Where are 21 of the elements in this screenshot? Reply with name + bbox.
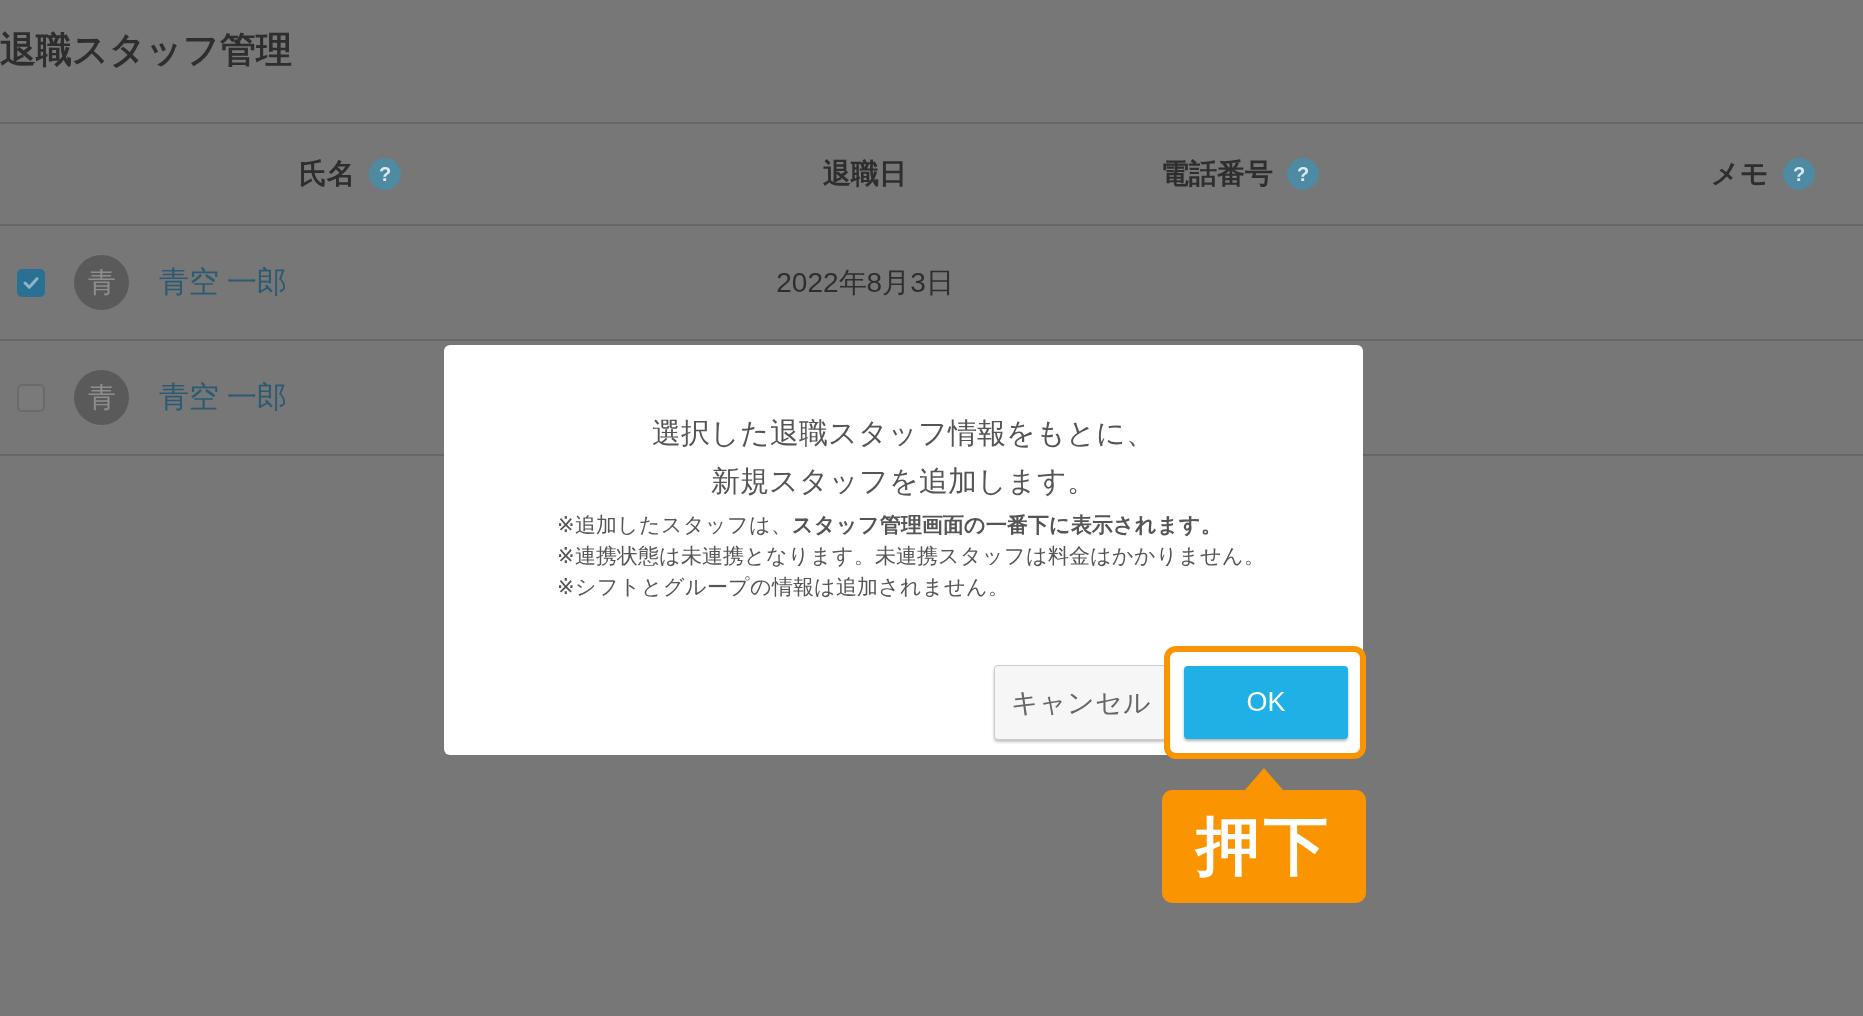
page-title: 退職スタッフ管理	[0, 28, 292, 72]
help-icon[interactable]: ?	[1783, 158, 1815, 190]
column-header: 電話番号	[1161, 157, 1273, 191]
column-header: 退職日	[823, 157, 907, 191]
column-header: メモ	[1711, 157, 1769, 191]
staff-name-link[interactable]: 青空 一郎	[159, 262, 288, 303]
callout-pointer	[1244, 768, 1284, 791]
help-icon[interactable]: ?	[369, 158, 401, 190]
cancel-button[interactable]: キャンセル	[994, 665, 1167, 740]
dialog-message: 新規スタッフを追加します。	[710, 464, 1097, 499]
callout-label: 押下	[1162, 790, 1366, 903]
staff-name-link[interactable]: 青空 一郎	[159, 377, 288, 418]
retirement-date: 2022年8月3日	[776, 265, 954, 300]
dialog-note: ※追加したスタッフは、スタッフ管理画面の一番下に表示されます。	[557, 512, 1223, 538]
dialog-message: 選択した退職スタッフ情報をもとに、	[651, 416, 1156, 451]
dialog-note: ※連携状態は未連携となります。未連携スタッフは料金はかかりません。	[557, 543, 1266, 569]
ok-button[interactable]: OK	[1184, 666, 1348, 739]
help-icon[interactable]: ?	[1287, 158, 1319, 190]
dialog-note: ※シフトとグループの情報は追加されません。	[557, 574, 1010, 600]
column-header: 氏名	[299, 157, 355, 191]
checkbox[interactable]	[17, 268, 45, 297]
